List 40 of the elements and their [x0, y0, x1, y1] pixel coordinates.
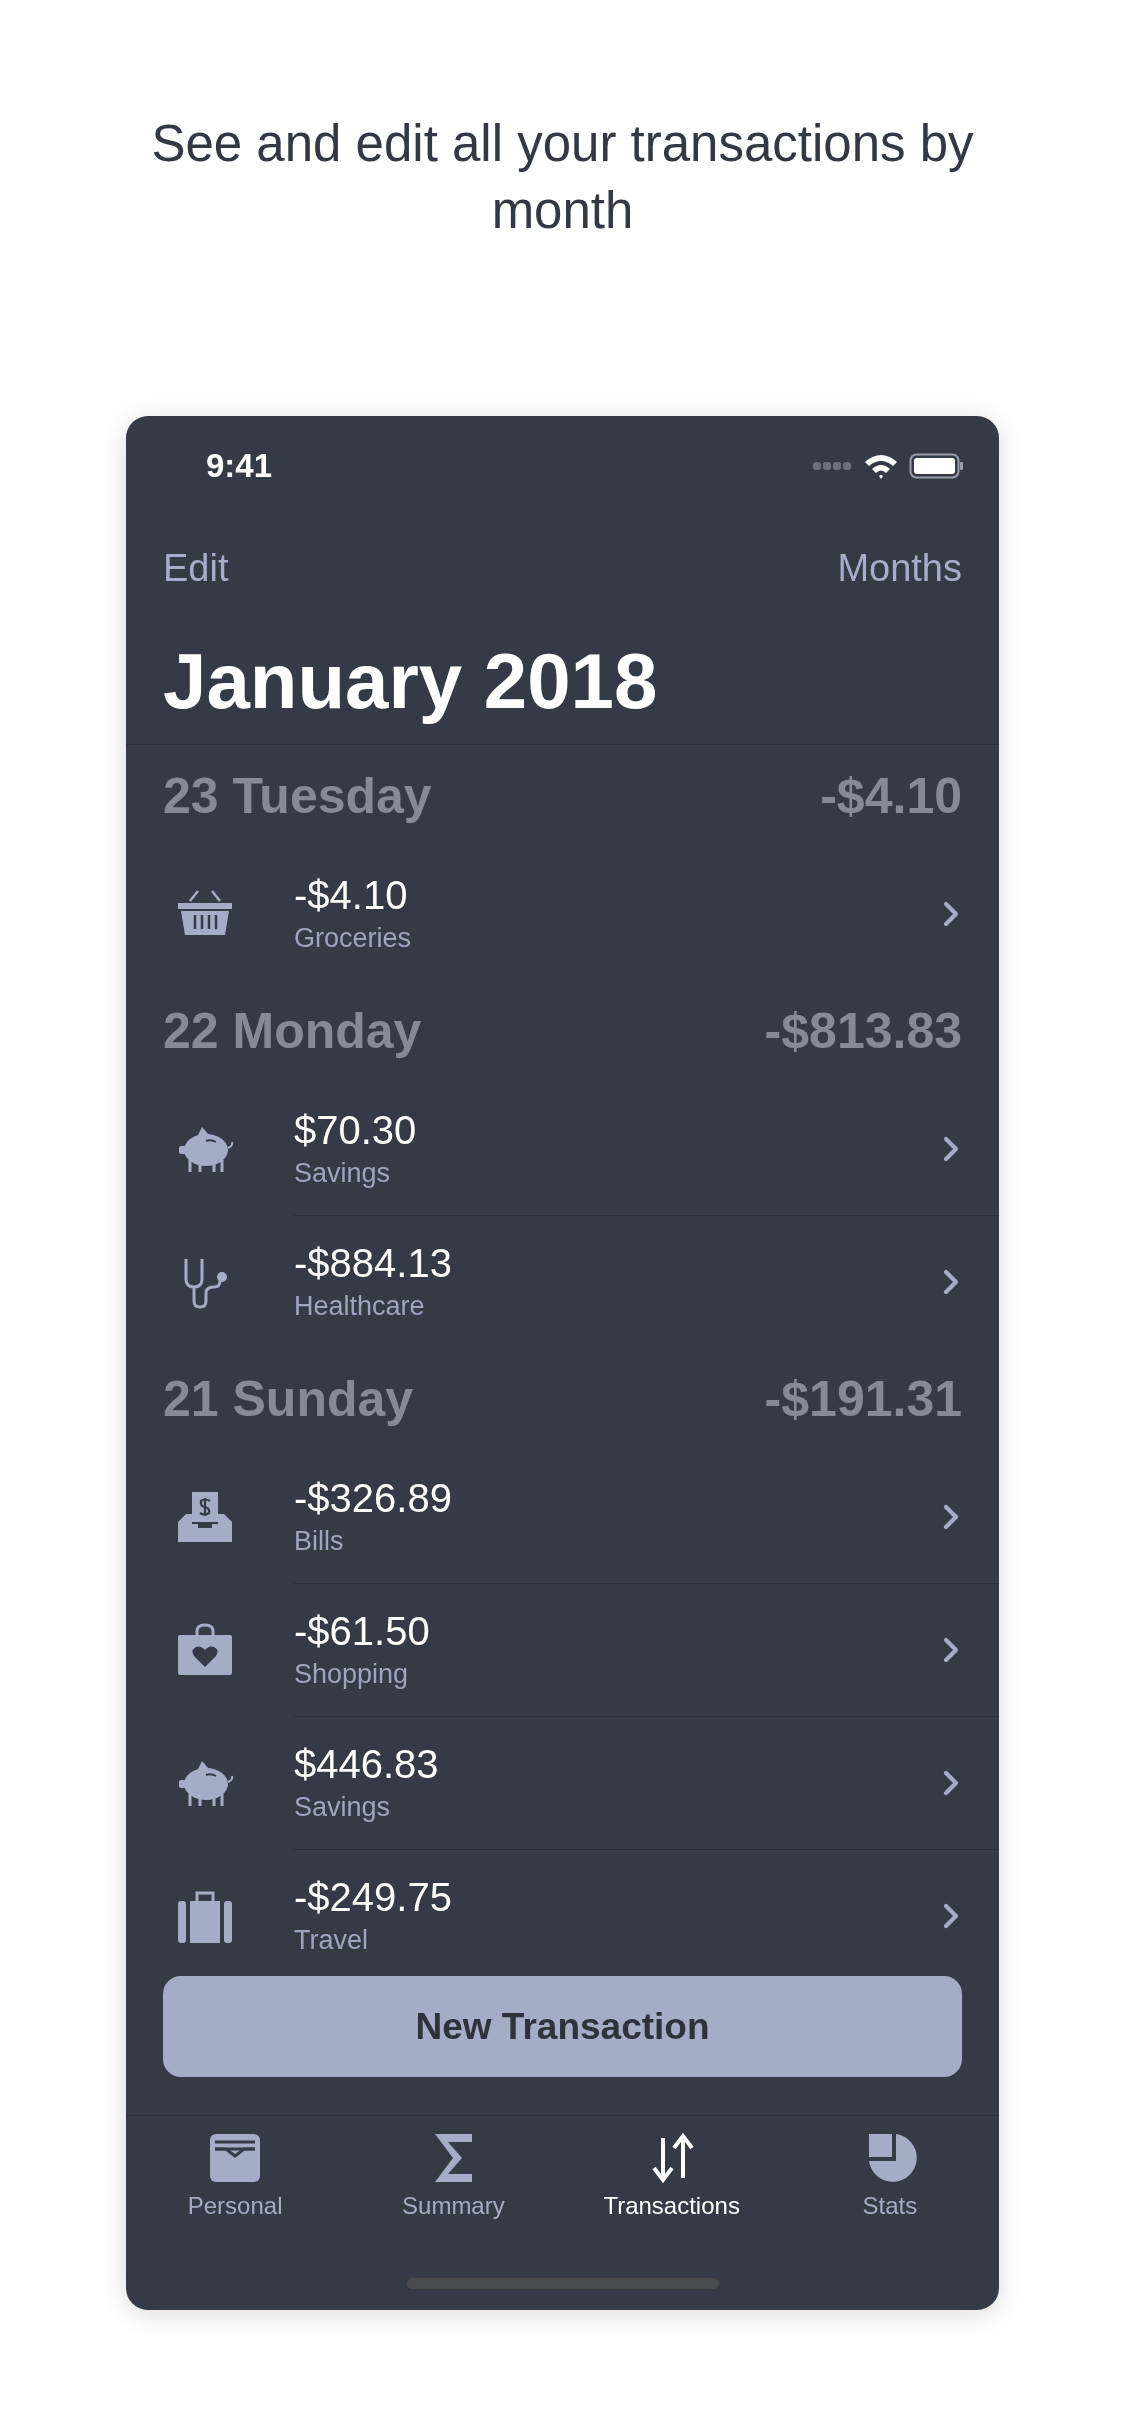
months-link[interactable]: Months	[837, 546, 962, 590]
transaction-row[interactable]: -$249.75 Travel	[126, 1849, 999, 1950]
transaction-amount: $446.83	[294, 1740, 439, 1788]
tab-item[interactable]: Personal	[126, 2130, 345, 2220]
transaction-category: Shopping	[294, 1657, 409, 1691]
signal-icon	[813, 461, 853, 471]
edit-link[interactable]: Edit	[163, 546, 229, 590]
day-total: -$191.31	[764, 1370, 962, 1428]
battery-icon	[909, 452, 965, 480]
month-title: January 2018	[126, 618, 999, 745]
transaction-amount: -$4.10	[294, 871, 408, 919]
tab-item[interactable]: Stats	[780, 2130, 999, 2220]
new-transaction-button[interactable]: New Transaction	[163, 1976, 962, 2077]
tab-item[interactable]: Transactions	[562, 2130, 781, 2220]
transaction-category: Bills	[294, 1524, 344, 1558]
transaction-category: Savings	[294, 1790, 391, 1824]
transaction-row[interactable]: $70.30 Savings	[126, 1082, 999, 1215]
day-label: 23 Tuesday	[163, 767, 432, 825]
transaction-category: Savings	[294, 1156, 391, 1190]
day-label: 22 Monday	[163, 1002, 422, 1060]
transaction-amount: -$884.13	[294, 1239, 452, 1287]
transaction-row[interactable]: -$326.89 Bills	[126, 1450, 999, 1583]
day-total: -$4.10	[820, 767, 962, 825]
transaction-row[interactable]: -$884.13 Healthcare	[126, 1215, 999, 1348]
transaction-amount: -$326.89	[294, 1474, 452, 1522]
status-time: 9:41	[206, 447, 273, 485]
day-total: -$813.83	[764, 1002, 962, 1060]
transaction-category: Groceries	[294, 921, 412, 955]
transaction-amount: -$61.50	[294, 1607, 430, 1655]
day-label: 21 Sunday	[163, 1370, 414, 1428]
wifi-icon	[863, 452, 899, 480]
transaction-category: Healthcare	[294, 1289, 425, 1323]
headline: See and edit all your transactions by month	[150, 114, 975, 241]
transaction-row[interactable]: -$4.10 Groceries	[126, 847, 999, 980]
transaction-amount: $70.30	[294, 1106, 417, 1154]
tab-item[interactable]: Summary	[344, 2130, 563, 2220]
transaction-amount: -$249.75	[294, 1873, 452, 1921]
transaction-category: Travel	[294, 1923, 368, 1950]
transaction-row[interactable]: $446.83 Savings	[126, 1716, 999, 1849]
transaction-row[interactable]: -$61.50 Shopping	[126, 1583, 999, 1716]
